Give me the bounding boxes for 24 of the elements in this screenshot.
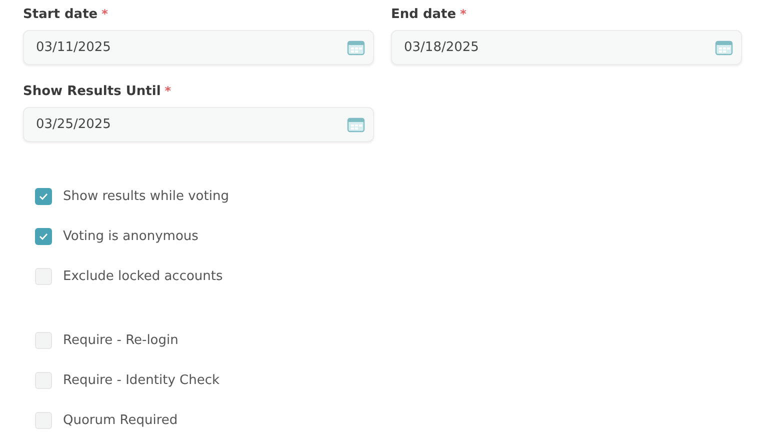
checkbox[interactable] xyxy=(35,412,52,428)
date-field[interactable]: 03/25/2025 xyxy=(23,107,374,142)
checkbox-label: Require - Re-login xyxy=(63,332,178,348)
checkbox-label: Voting is anonymous xyxy=(63,228,198,244)
required-mark: * xyxy=(102,7,108,21)
checkbox-label: Show results while voting xyxy=(63,188,229,204)
field-label: End date xyxy=(391,7,456,22)
field-label: Start date xyxy=(23,7,98,22)
checkbox[interactable] xyxy=(35,372,52,388)
field-label: Show Results Until xyxy=(23,84,161,99)
required-mark: * xyxy=(460,7,466,21)
date-field[interactable]: 03/11/2025 xyxy=(23,30,374,65)
calendar-icon[interactable] xyxy=(347,116,365,132)
checkbox[interactable] xyxy=(35,268,52,284)
checkbox-label: Quorum Required xyxy=(63,412,178,428)
checkbox-label: Exclude locked accounts xyxy=(63,268,223,284)
required-mark: * xyxy=(164,84,172,98)
calendar-icon[interactable] xyxy=(715,40,733,56)
checkbox[interactable] xyxy=(35,332,52,348)
date-field[interactable]: 03/18/2025 xyxy=(391,30,742,65)
checkbox-label: Require - Identity Check xyxy=(63,372,220,388)
checkbox[interactable] xyxy=(35,188,52,204)
calendar-icon[interactable] xyxy=(347,40,365,56)
checkbox[interactable] xyxy=(35,228,52,244)
